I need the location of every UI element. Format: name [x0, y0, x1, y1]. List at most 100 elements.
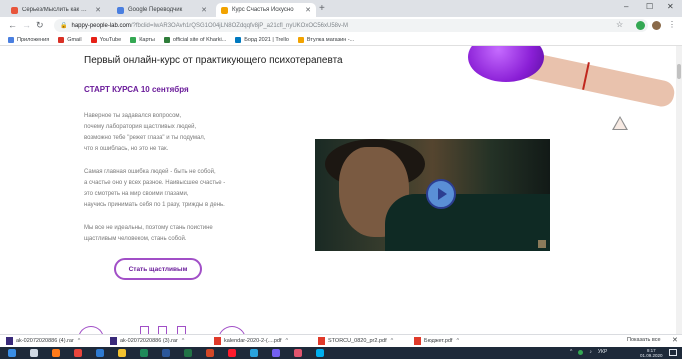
tab-happiness-course[interactable]: Курс Счастья Искусно ✕ — [216, 3, 316, 17]
download-menu-caret[interactable]: ^ — [285, 338, 288, 344]
word-icon[interactable] — [162, 349, 170, 357]
site-icon — [163, 36, 170, 43]
tab-favicon-icon — [221, 6, 228, 14]
pdf-file-icon — [214, 337, 221, 345]
task-view-icon[interactable] — [30, 349, 38, 357]
chrome-icon[interactable] — [74, 349, 82, 357]
firefox-icon[interactable] — [52, 349, 60, 357]
windows-taskbar: ^ ♪ УКР 9:17 01.09.2020 — [0, 347, 682, 359]
bookmark-apps[interactable]: Приложения — [8, 36, 49, 43]
paragraph-line: щастливым человеком, стань собой. — [84, 236, 187, 242]
tab-title: Курс Счастья Искусно — [232, 7, 294, 13]
tab-title: Серьез/Мыслить как преступ... — [22, 7, 89, 13]
main-idea-paragraph: Самая главная ошибка людей - быть не соб… — [84, 167, 225, 211]
telegram-icon[interactable] — [250, 349, 258, 357]
taskbar-clock[interactable]: 9:17 01.09.2020 — [640, 348, 663, 358]
paragraph-line: Наверное ты задавался вопросом, — [84, 113, 182, 119]
new-tab-button[interactable]: + — [319, 3, 325, 14]
paragraph-line: Мы все не идеальны, поэтому стань поисти… — [84, 225, 213, 231]
bookmark-label: official site of Kharki... — [172, 36, 227, 43]
paragraph-line: а счастье оно у всех разное. Наивысшее с… — [84, 180, 226, 186]
bookmark-trello[interactable]: Борд 2021 | Trello — [235, 36, 289, 43]
menu-kebab-icon[interactable]: ⋮ — [668, 20, 676, 29]
extension-icon[interactable] — [636, 21, 645, 30]
bookmark-youtube[interactable]: YouTube — [90, 36, 121, 43]
play-button-icon[interactable] — [426, 179, 456, 209]
download-menu-caret[interactable]: ^ — [78, 338, 81, 344]
bookmarks-bar: Приложения Gmail YouTube Карты official … — [0, 34, 682, 46]
page-headline: Первый онлайн-курс от практикующего псих… — [84, 55, 343, 66]
address-bar[interactable]: 🔒 happy-people-lab.com /?fbclid=IwAR3OAv… — [54, 19, 648, 32]
download-item[interactable]: ak-02072020886 (4).rar ^ — [6, 337, 80, 345]
bookmark-kharkiv[interactable]: official site of Kharki... — [163, 36, 227, 43]
download-item[interactable]: Бюджет.pdf ^ — [414, 337, 459, 345]
maximize-button[interactable]: ☐ — [646, 2, 653, 11]
youtube-icon — [90, 36, 97, 43]
tab-favicon-icon — [117, 6, 124, 14]
downloads-bar: ak-02072020886 (4).rar ^ ak-02072020886 (… — [0, 334, 682, 347]
pdf-file-icon — [318, 337, 325, 345]
bookmark-label: Борд 2021 | Trello — [244, 36, 289, 43]
rar-file-icon — [110, 337, 117, 345]
show-all-downloads-button[interactable]: Показать все — [627, 337, 661, 343]
video-thumbnail-shirt — [385, 194, 550, 251]
tab-title: Google Переводчик — [128, 7, 183, 13]
tab-serious[interactable]: Серьез/Мыслить как преступ... ✕ — [6, 3, 106, 17]
tab-close-icon[interactable]: ✕ — [195, 6, 207, 14]
download-item[interactable]: ak-02072020886 (3).rar ^ — [110, 337, 184, 345]
media-icon[interactable] — [140, 349, 148, 357]
video-player[interactable] — [315, 139, 550, 251]
viber-icon[interactable] — [272, 349, 280, 357]
bookmark-maps[interactable]: Карты — [130, 36, 155, 43]
url-host: happy-people-lab.com — [71, 22, 131, 29]
download-item[interactable]: STORCU_0820_pr2.pdf ^ — [318, 337, 393, 345]
windows-start-icon[interactable] — [8, 349, 16, 357]
skype-icon[interactable] — [316, 349, 324, 357]
reload-button[interactable]: ↻ — [36, 20, 44, 31]
paragraph-line: возможно тебе "режет глаза" и ты подумал… — [84, 135, 206, 141]
system-tray: ^ ♪ УКР — [570, 349, 607, 355]
tab-close-icon[interactable]: ✕ — [299, 6, 311, 14]
download-menu-caret[interactable]: ^ — [182, 338, 185, 344]
close-window-button[interactable]: ✕ — [667, 2, 674, 11]
paint-icon[interactable] — [294, 349, 302, 357]
bookmark-label: Карты — [139, 36, 155, 43]
forward-button[interactable]: → — [22, 20, 31, 30]
apps-grid-icon — [8, 36, 14, 43]
powerpoint-icon[interactable] — [206, 349, 214, 357]
files-icon[interactable] — [118, 349, 126, 357]
tray-language[interactable]: УКР — [598, 349, 607, 355]
tray-up-arrow-icon[interactable]: ^ — [570, 349, 572, 355]
browser-toolbar: ← → ↻ 🔒 happy-people-lab.com /?fbclid=Iw… — [0, 17, 682, 34]
bookmark-shop[interactable]: Втулка магазин -... — [297, 36, 355, 43]
excel-icon[interactable] — [184, 349, 192, 357]
edge-icon[interactable] — [96, 349, 104, 357]
maps-pin-icon — [130, 36, 137, 43]
paragraph-line: это смотреть на мир своими глазами, — [84, 191, 189, 197]
opera-icon[interactable] — [228, 349, 236, 357]
download-menu-caret[interactable]: ^ — [391, 338, 394, 344]
download-item[interactable]: kalendar-2020-2-(....pdf ^ — [214, 337, 288, 345]
bookmark-star-icon[interactable]: ☆ — [616, 20, 623, 29]
close-downloads-bar-icon[interactable]: ✕ — [672, 336, 678, 344]
notifications-icon[interactable] — [669, 349, 677, 356]
profile-avatar[interactable] — [652, 21, 661, 30]
tab-close-icon[interactable]: ✕ — [89, 6, 101, 14]
scrollbar-thumb[interactable] — [677, 64, 681, 79]
closing-paragraph: Мы все не идеальны, поэтому стань поисти… — [84, 223, 213, 245]
volume-icon[interactable]: ♪ — [589, 349, 592, 355]
rar-file-icon — [6, 337, 13, 345]
bookmark-gmail[interactable]: Gmail — [58, 36, 82, 43]
download-menu-caret[interactable]: ^ — [456, 338, 459, 344]
tray-app-icon[interactable] — [578, 349, 584, 355]
tab-google-translate[interactable]: Google Переводчик ✕ — [112, 3, 212, 17]
become-happy-button[interactable]: Стать щастливым — [114, 258, 202, 280]
back-button[interactable]: ← — [8, 20, 17, 30]
bookmark-label: Gmail — [67, 36, 82, 43]
page-scrollbar[interactable] — [676, 46, 682, 334]
bookmark-label: Втулка магазин -... — [306, 36, 355, 43]
download-filename: ak-02072020886 (3).rar — [120, 338, 178, 344]
course-start-date: СТАРТ КУРСА 10 сентября — [84, 85, 189, 94]
clock-date: 01.09.2020 — [640, 353, 663, 358]
minimize-button[interactable]: – — [624, 2, 628, 11]
